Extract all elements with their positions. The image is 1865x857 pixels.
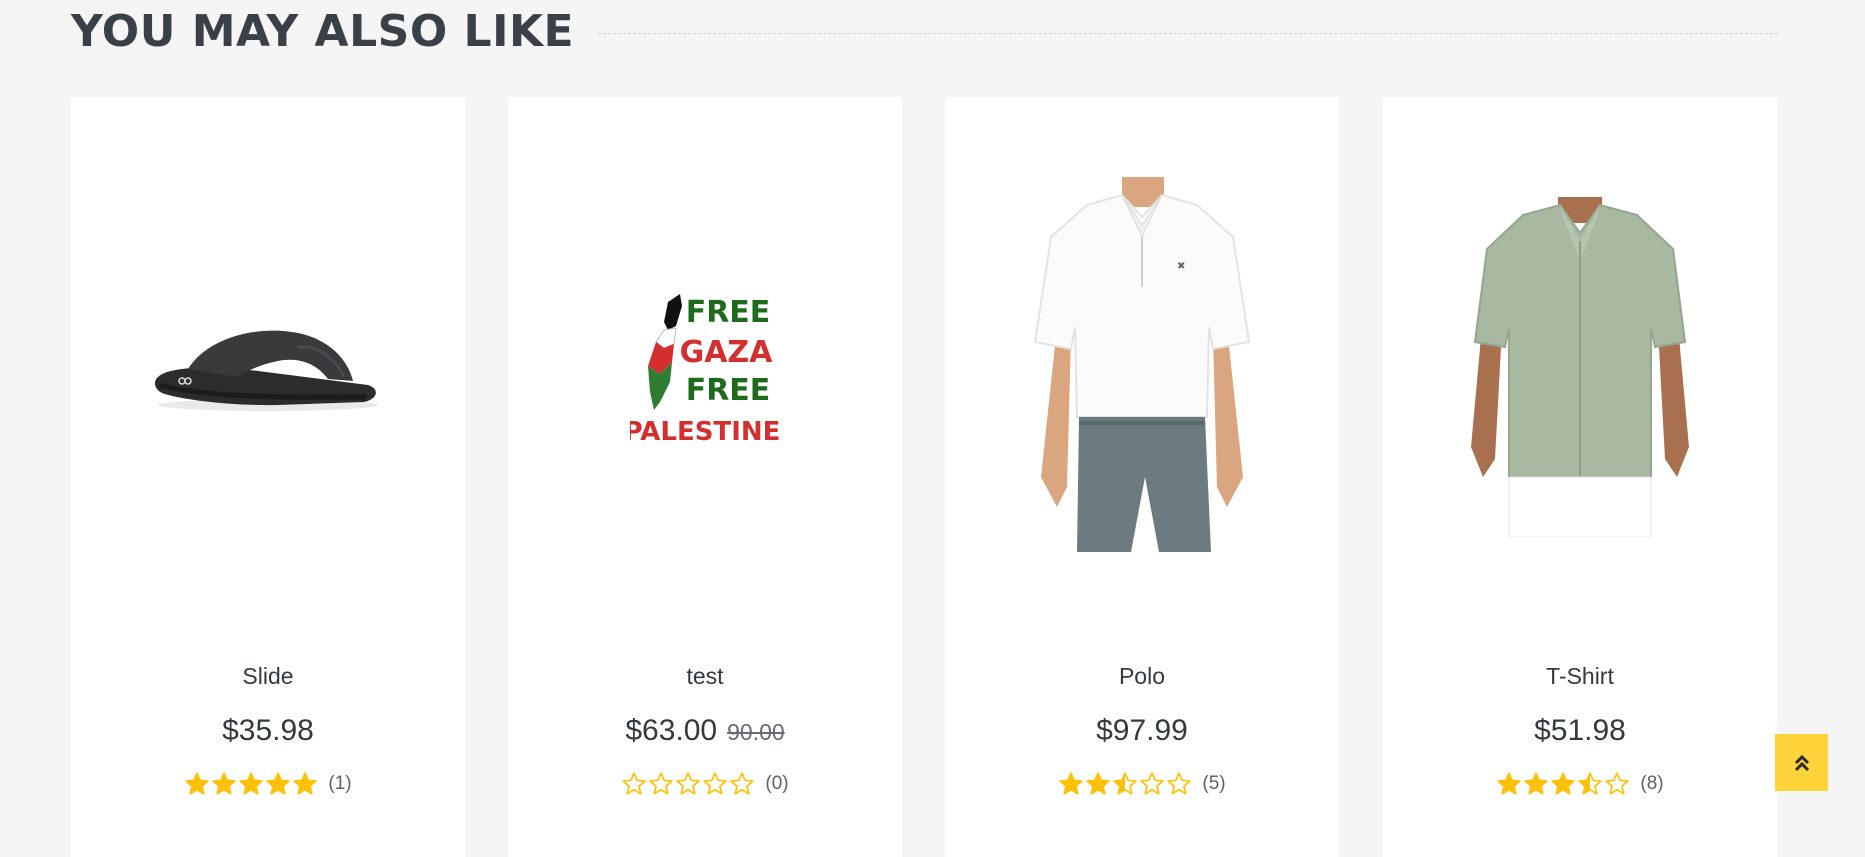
product-image[interactable] [1383,147,1777,587]
rating-stars [1496,771,1630,797]
star-icon [622,772,647,795]
price-row: $63.00 90.00 [508,714,902,748]
slide-sandal-image [154,330,378,411]
rating: (0) [508,771,902,797]
product-name[interactable]: Polo [945,663,1339,690]
product-image[interactable] [71,147,465,587]
product-card[interactable]: T-Shirt $51.98 (8) [1383,97,1777,857]
section-header: YOU MAY ALSO LIKE [71,5,1778,57]
review-count: (0) [765,773,789,794]
free-gaza-poster-image: FREE GAZA FREE PALESTINE [630,294,780,447]
scroll-to-top-button[interactable] [1775,734,1828,791]
product-price: $63.00 [625,714,718,747]
double-chevron-up-icon [1794,754,1809,771]
star-icon [266,772,291,795]
star-icon [1551,772,1576,795]
rating-stars [184,771,318,797]
price-row: $35.98 [71,714,465,748]
product-name[interactable]: Slide [71,663,465,690]
star-icon [1167,772,1192,795]
product-name[interactable]: T-Shirt [1383,663,1777,690]
svg-text:✖: ✖ [1177,261,1185,272]
product-name[interactable]: test [508,663,902,690]
section-title: YOU MAY ALSO LIKE [71,5,575,57]
poster-line-4: PALESTINE [630,417,780,447]
rating-stars [621,771,755,797]
product-card[interactable]: Slide $35.98 (1) [71,97,465,857]
product-price: $97.99 [1096,714,1188,747]
review-count: (8) [1640,773,1664,794]
product-image[interactable]: FREE GAZA FREE PALESTINE [508,147,902,587]
price-row: $97.99 [945,714,1339,748]
product-card[interactable]: FREE GAZA FREE PALESTINE test $63.00 90.0… [508,97,902,857]
star-icon [1140,772,1165,795]
star-icon [239,772,264,795]
star-icon [212,772,237,795]
polo-shirt-image: ✖ [1033,177,1251,552]
star-icon [730,772,755,795]
rating: (8) [1383,771,1777,797]
section-divider [598,32,1778,34]
star-icon [703,772,728,795]
product-old-price: 90.00 [727,719,785,745]
star-icon [1113,772,1138,795]
poster-line-3: FREE [686,373,771,408]
star-icon [1059,772,1084,795]
star-icon [1086,772,1111,795]
poster-line-2: GAZA [680,335,774,370]
product-price: $35.98 [222,714,314,747]
star-icon [1524,772,1549,795]
product-image[interactable]: ✖ [945,147,1339,587]
star-icon [1605,772,1630,795]
tshirt-image [1471,197,1689,537]
star-icon [649,772,674,795]
review-count: (1) [328,773,352,794]
product-price: $51.98 [1534,714,1626,747]
star-icon [1497,772,1522,795]
rating-stars [1058,771,1192,797]
star-icon [676,772,701,795]
price-row: $51.98 [1383,714,1777,748]
review-count: (5) [1202,773,1226,794]
product-card[interactable]: ✖ Polo $97.99 (5) [945,97,1339,857]
star-icon [293,772,318,795]
star-icon [1578,772,1603,795]
poster-line-1: FREE [686,295,771,330]
star-icon [185,772,210,795]
rating: (5) [945,771,1339,797]
rating: (1) [71,771,465,797]
